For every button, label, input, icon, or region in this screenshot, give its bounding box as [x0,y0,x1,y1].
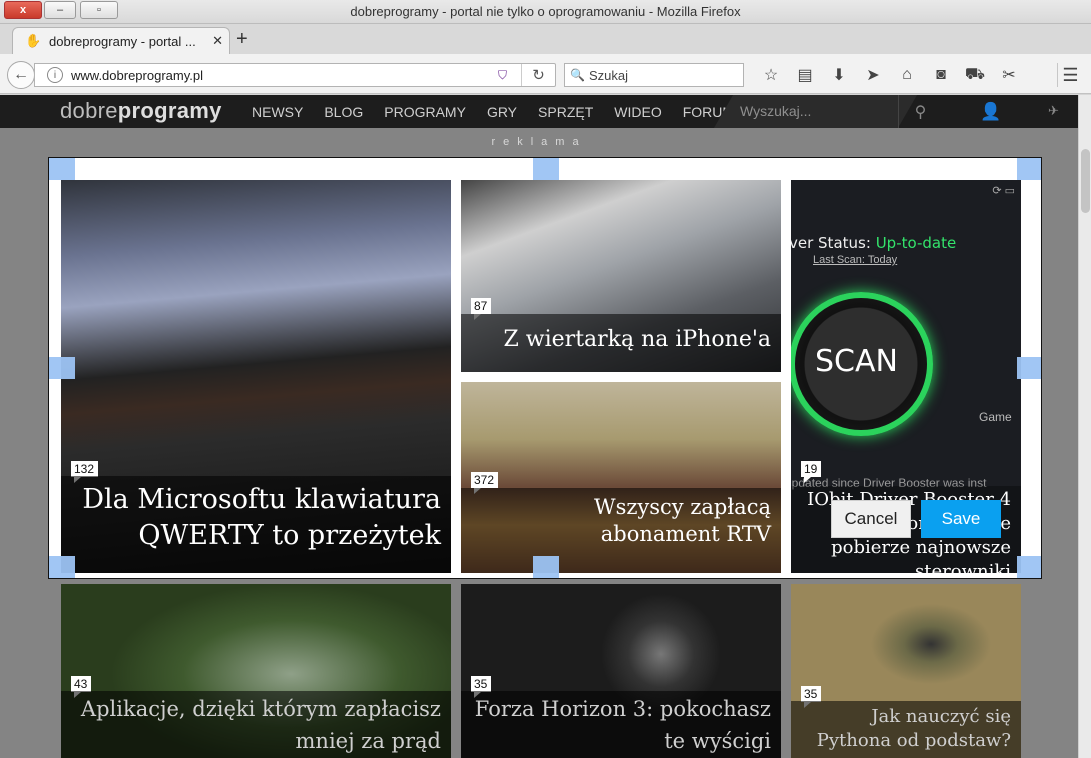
nav-wideo[interactable]: WIDEO [614,104,661,120]
comment-count: 372 [471,472,499,494]
article-card[interactable]: 35 Jak nauczyć się Pythona od podstaw? [791,584,1021,758]
url-bar[interactable]: i www.dobreprogramy.pl ⛉ ↻ [34,63,556,87]
reload-icon[interactable]: ↻ [521,64,555,86]
search-placeholder: Szukaj [588,67,628,83]
pocket-icon[interactable]: ◙ [924,64,958,86]
vertical-scrollbar[interactable] [1078,95,1091,758]
window-title: dobreprogramy - portal nie tylko o oprog… [350,4,741,19]
driver-status-value: Up-to-date [875,234,957,252]
site-logo[interactable]: dobreprogramy [60,98,222,124]
bookmark-star-icon[interactable]: ☆ [754,64,788,86]
article-title: Wszyscy zapłacą abonament RTV [461,488,781,573]
hamburger-menu-icon[interactable]: ☰ [1057,63,1083,87]
game-label: Game [979,410,1012,424]
title-bar: x – ▫ dobreprogramy - portal nie tylko o… [0,0,1091,24]
tab-label: dobreprogramy - portal ... [49,33,196,49]
article-title: Forza Horizon 3: pokochasz te wyścigi [461,691,781,758]
site-favicon-icon: ✋ [25,33,42,48]
scan-label: SCAN [815,344,898,379]
comment-count: 132 [71,461,99,483]
cancel-button[interactable]: Cancel [831,500,911,538]
nav-blog[interactable]: BLOG [324,104,363,120]
comment-count: 19 [801,461,822,483]
article-title: Dla Microsoftu klawiatura QWERTY to prze… [61,476,451,573]
firefox-window: x – ▫ dobreprogramy - portal nie tylko o… [0,0,1091,758]
nav-programy[interactable]: PROGRAMY [384,104,466,120]
save-button[interactable]: Save [921,500,1001,538]
site-nav: NEWSY BLOG PROGRAMY GRY SPRZĘT WIDEO FOR… [252,95,755,128]
pin-icon[interactable]: ✈ [1048,103,1059,119]
comment-count: 35 [471,676,492,698]
site-search-icon[interactable]: ⚲ [898,95,942,128]
last-scan-text: Last Scan: Today [813,254,898,266]
driver-status-label: ver Status: [791,234,871,252]
tab-dobreprogramy[interactable]: ✋ dobreprogramy - portal ... ✕ [12,27,230,54]
selection-handle-bottom[interactable] [533,556,559,578]
selection-handle-top-right[interactable] [1017,158,1041,180]
comment-count: 87 [471,298,492,320]
article-card[interactable]: 43 Aplikacje, dzięki którym zapłacisz mn… [61,584,451,758]
article-card[interactable]: 132 Dla Microsoftu klawiatura QWERTY to … [61,180,451,573]
article-card[interactable]: 372 Wszyscy zapłacą abonament RTV [461,382,781,573]
arrow-left-icon: ← [13,66,29,83]
article-card[interactable]: 35 Forza Horizon 3: pokochasz te wyścigi [461,584,781,758]
reading-list-icon[interactable]: ▤ [788,64,822,86]
home-icon[interactable]: ⌂ [890,64,924,86]
comment-count: 43 [71,676,92,698]
selection-handle-bottom-right[interactable] [1017,556,1041,578]
article-card[interactable]: 87 Z wiertarką na iPhone'a [461,180,781,372]
screenshot-actions: Cancel Save [831,500,1001,538]
new-tab-button[interactable]: + [236,28,248,51]
user-icon[interactable]: 👤 [962,95,1020,128]
url-text[interactable]: www.dobreprogramy.pl [71,68,498,83]
refresh-icon: ⟳ ▭ [992,185,1015,197]
selection-handle-left[interactable] [49,357,75,379]
site-info-icon[interactable]: i [47,67,63,83]
selection-handle-top[interactable] [533,158,559,180]
search-box[interactable]: 🔍 Szukaj [564,63,744,87]
comment-count: 35 [801,686,822,708]
send-icon[interactable]: ➤ [856,64,890,86]
selection-handle-right[interactable] [1017,357,1041,379]
tab-close-icon[interactable]: ✕ [212,33,223,49]
article-title: Jak nauczyć się Pythona od podstaw? [791,701,1021,758]
tab-strip: ✋ dobreprogramy - portal ... ✕ + [0,24,1091,54]
site-search-input[interactable]: Wyszukaj... [740,103,811,119]
site-header: dobreprogramy NEWSY BLOG PROGRAMY GRY SP… [0,95,1078,128]
nav-gry[interactable]: GRY [487,104,517,120]
navigation-toolbar: ← i www.dobreprogramy.pl ⛉ ↻ 🔍 Szukaj ☆ … [0,54,1091,94]
nav-sprzet[interactable]: SPRZĘT [538,104,593,120]
article-title: Z wiertarką na iPhone'a [461,314,781,372]
selection-handle-top-left[interactable] [49,158,75,180]
ad-label: reklama [491,136,587,148]
search-engine-icon[interactable]: 🔍 [570,68,585,82]
toolbar-icons: ☆ ▤ ⬇ ➤ ⌂ ◙ ⛟ ✂ [754,64,1026,86]
tracking-shield-icon[interactable]: ⛉ [498,68,507,83]
screenshot-icon[interactable]: ✂ [992,64,1026,86]
article-title: Aplikacje, dzięki którym zapłacisz mniej… [61,691,451,758]
driver-status-text: ver Status: Up-to-date [791,234,956,252]
download-icon[interactable]: ⬇ [822,64,856,86]
nav-newsy[interactable]: NEWSY [252,104,303,120]
logo-bold-text: programy [117,98,222,123]
selection-handle-bottom-left[interactable] [49,556,75,578]
scrollbar-thumb[interactable] [1081,149,1090,213]
back-button[interactable]: ← [7,61,35,89]
extension-icon[interactable]: ⛟ [958,64,992,86]
logo-light-text: dobre [60,98,118,123]
